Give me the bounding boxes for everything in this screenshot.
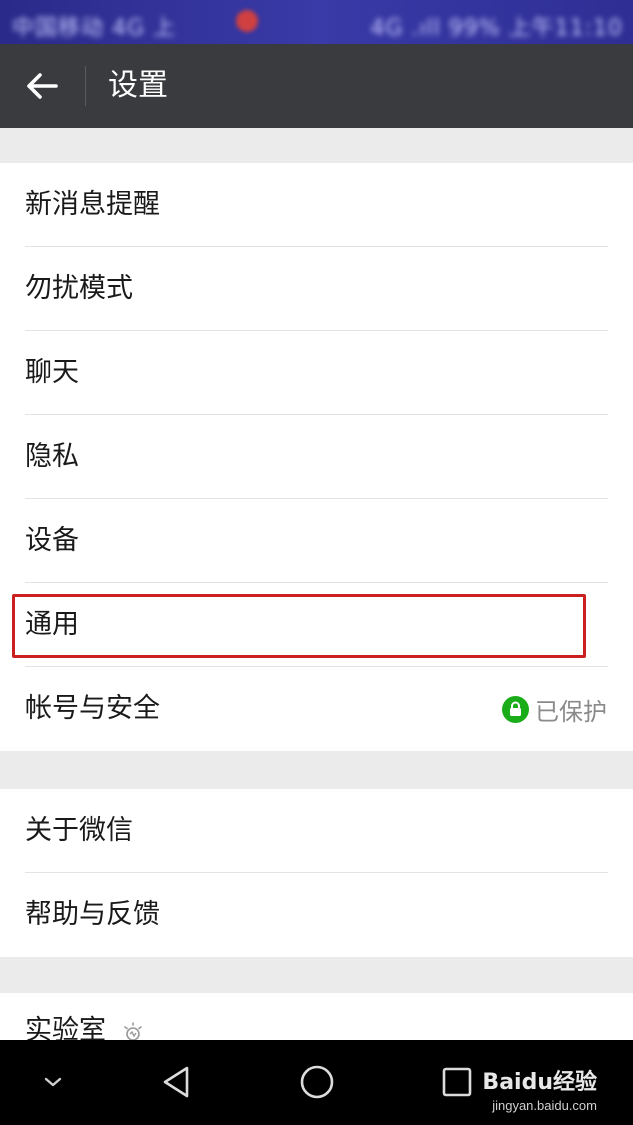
- lab-bulb-icon: [122, 1021, 144, 1040]
- settings-item-label: 关于微信: [25, 815, 133, 846]
- security-status-badge: 已保护: [502, 667, 607, 751]
- settings-item-label: 隐私: [25, 441, 79, 472]
- settings-item-label: 设备: [25, 525, 79, 556]
- nav-home-button[interactable]: [297, 1060, 337, 1104]
- settings-item-account-security[interactable]: 帐号与安全 已保护: [0, 667, 633, 751]
- nav-hide-button[interactable]: [38, 1060, 68, 1104]
- settings-item-label: 帐号与安全: [25, 693, 160, 724]
- settings-item-label: 勿扰模式: [25, 273, 133, 304]
- settings-item-about-wechat[interactable]: 关于微信: [0, 789, 633, 873]
- nav-recents-button[interactable]: [440, 1060, 474, 1104]
- settings-item-label: 帮助与反馈: [25, 899, 160, 930]
- system-nav-bar: Baidu经验 jingyan.baidu.com: [0, 1040, 633, 1125]
- settings-item-new-message-alert[interactable]: 新消息提醒: [0, 163, 633, 247]
- settings-item-label: 通用: [25, 609, 79, 640]
- back-triangle-icon: [163, 1066, 189, 1098]
- settings-item-do-not-disturb[interactable]: 勿扰模式: [0, 247, 633, 331]
- watermark-logo: Baidu经验: [482, 1070, 597, 1095]
- settings-item-devices[interactable]: 设备: [0, 499, 633, 583]
- home-circle-icon: [300, 1065, 334, 1099]
- back-button[interactable]: [16, 62, 68, 110]
- settings-item-label: 实验室: [25, 1015, 106, 1040]
- settings-item-general[interactable]: 通用: [0, 583, 633, 667]
- status-right-text: 4G .ıll 99% 上午11:10: [370, 16, 623, 41]
- chevron-down-icon: [44, 1077, 62, 1087]
- settings-group-lab: 实验室: [0, 993, 633, 1040]
- page-title: 设置: [108, 68, 168, 103]
- settings-group-main: 新消息提醒 勿扰模式 聊天 隐私 设备 通用 帐号与安全 已保护: [0, 163, 633, 751]
- recents-square-icon: [442, 1067, 472, 1097]
- app-bar-divider: [85, 66, 86, 106]
- nav-back-button[interactable]: [158, 1060, 194, 1104]
- watermark-url: jingyan.baidu.com: [492, 1098, 597, 1113]
- settings-item-label: 聊天: [25, 357, 79, 388]
- app-bar: 设置: [0, 44, 633, 128]
- security-status-text: 已保护: [535, 697, 607, 726]
- settings-item-chat[interactable]: 聊天: [0, 331, 633, 415]
- baidu-jingyan-watermark: Baidu经验 jingyan.baidu.com: [482, 1064, 597, 1113]
- status-carrier-text: 中国移动 4G 上: [12, 16, 177, 41]
- settings-item-help-feedback[interactable]: 帮助与反馈: [0, 873, 633, 957]
- settings-item-lab[interactable]: 实验室: [0, 993, 633, 1040]
- settings-group-about: 关于微信 帮助与反馈: [0, 789, 633, 957]
- status-bar: 中国移动 4G 上 4G .ıll 99% 上午11:10: [0, 0, 633, 44]
- notification-dot: [236, 10, 258, 32]
- lock-icon: [502, 695, 529, 723]
- settings-item-label: 新消息提醒: [25, 189, 160, 220]
- settings-item-privacy[interactable]: 隐私: [0, 415, 633, 499]
- arrow-left-icon: [27, 73, 58, 99]
